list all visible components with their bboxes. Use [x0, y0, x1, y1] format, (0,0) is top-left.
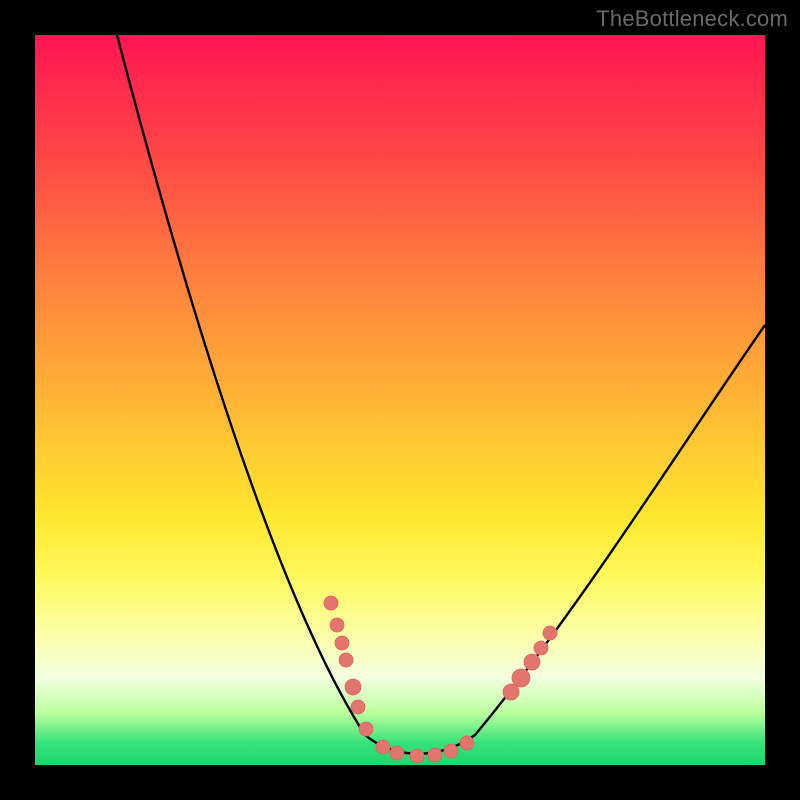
marker-dot	[339, 653, 353, 667]
marker-dot	[330, 618, 344, 632]
marker-dot	[524, 654, 540, 670]
marker-layer	[324, 596, 557, 763]
marker-dot	[503, 684, 519, 700]
marker-dot	[345, 679, 361, 695]
curve-svg	[35, 35, 765, 765]
marker-dot	[444, 744, 458, 758]
marker-dot	[324, 596, 338, 610]
marker-dot	[512, 669, 530, 687]
bottleneck-curve	[117, 35, 765, 754]
marker-dot	[534, 641, 548, 655]
marker-dot	[351, 700, 365, 714]
marker-dot	[376, 740, 390, 754]
marker-dot	[359, 722, 373, 736]
marker-dot	[460, 736, 474, 750]
plot-area	[35, 35, 765, 765]
marker-dot	[335, 636, 349, 650]
watermark-text: TheBottleneck.com	[596, 6, 788, 32]
marker-dot	[390, 746, 404, 760]
marker-dot	[428, 748, 442, 762]
chart-frame: TheBottleneck.com	[0, 0, 800, 800]
marker-dot	[410, 749, 424, 763]
marker-dot	[543, 626, 557, 640]
